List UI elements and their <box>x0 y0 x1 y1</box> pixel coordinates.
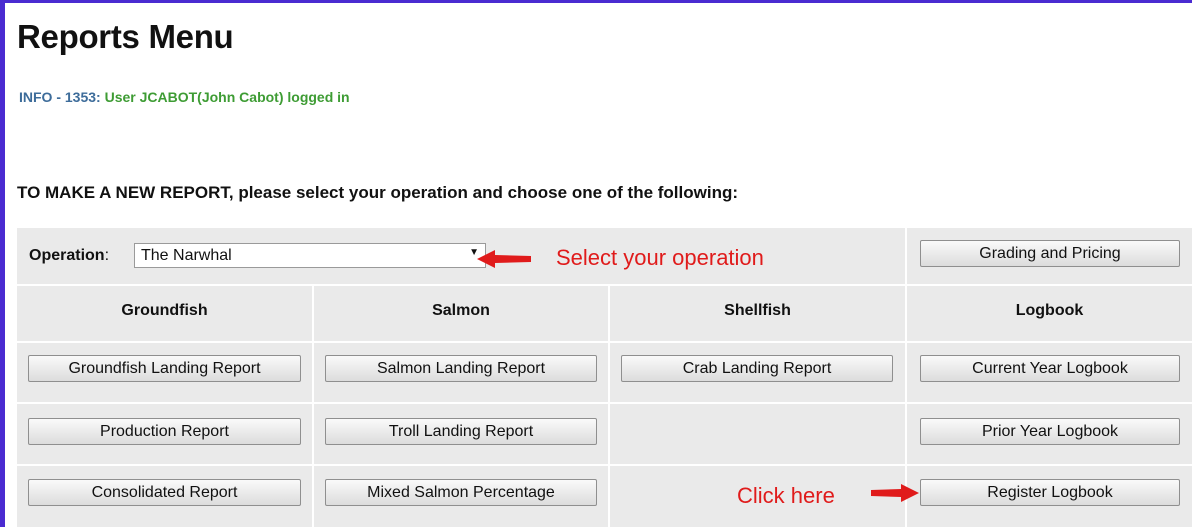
operation-select[interactable]: The Narwhal ▼ <box>134 243 486 268</box>
current-year-logbook-button[interactable]: Current Year Logbook <box>920 355 1180 382</box>
production-report-button[interactable]: Production Report <box>28 418 301 445</box>
column-header-shellfish: Shellfish <box>724 302 791 319</box>
login-status-text: User JCABOT(John Cabot) logged in <box>104 89 350 105</box>
right-arrow-icon <box>871 484 919 502</box>
operation-label-text: Operation <box>29 247 105 264</box>
window-frame-left <box>0 0 5 527</box>
mixed-salmon-percentage-button[interactable]: Mixed Salmon Percentage <box>325 479 597 506</box>
click-here-callout: Click here <box>737 483 835 508</box>
info-message: INFO - 1353: User JCABOT(John Cabot) log… <box>19 89 350 105</box>
crab-landing-report-button[interactable]: Crab Landing Report <box>621 355 893 382</box>
column-divider <box>608 284 610 527</box>
instruction-text: TO MAKE A NEW REPORT, please select your… <box>17 183 739 202</box>
operation-selected-value: The Narwhal <box>141 247 232 264</box>
column-header-logbook: Logbook <box>1015 302 1084 319</box>
column-header-salmon: Salmon <box>432 302 490 319</box>
operation-label: Operation: <box>29 247 109 265</box>
row-divider <box>17 284 1192 286</box>
column-header-groundfish: Groundfish <box>121 302 208 319</box>
consolidated-report-button[interactable]: Consolidated Report <box>28 479 301 506</box>
row-divider <box>17 464 1192 466</box>
reports-grid: Operation: The Narwhal ▼ Grading and Pri… <box>17 228 1192 527</box>
row-divider <box>17 341 1192 343</box>
operation-label-colon: : <box>104 247 110 264</box>
info-code: INFO - 1353: <box>19 89 101 105</box>
row-divider <box>17 402 1192 404</box>
prior-year-logbook-button[interactable]: Prior Year Logbook <box>920 418 1180 445</box>
select-operation-callout: Select your operation <box>556 245 764 270</box>
window-frame-top <box>0 0 1192 3</box>
groundfish-landing-report-button[interactable]: Groundfish Landing Report <box>28 355 301 382</box>
troll-landing-report-button[interactable]: Troll Landing Report <box>325 418 597 445</box>
grading-and-pricing-button[interactable]: Grading and Pricing <box>920 240 1180 267</box>
page-title: Reports Menu <box>17 18 234 55</box>
left-arrow-icon <box>477 250 531 268</box>
column-divider <box>312 284 314 527</box>
register-logbook-button[interactable]: Register Logbook <box>920 479 1180 506</box>
salmon-landing-report-button[interactable]: Salmon Landing Report <box>325 355 597 382</box>
